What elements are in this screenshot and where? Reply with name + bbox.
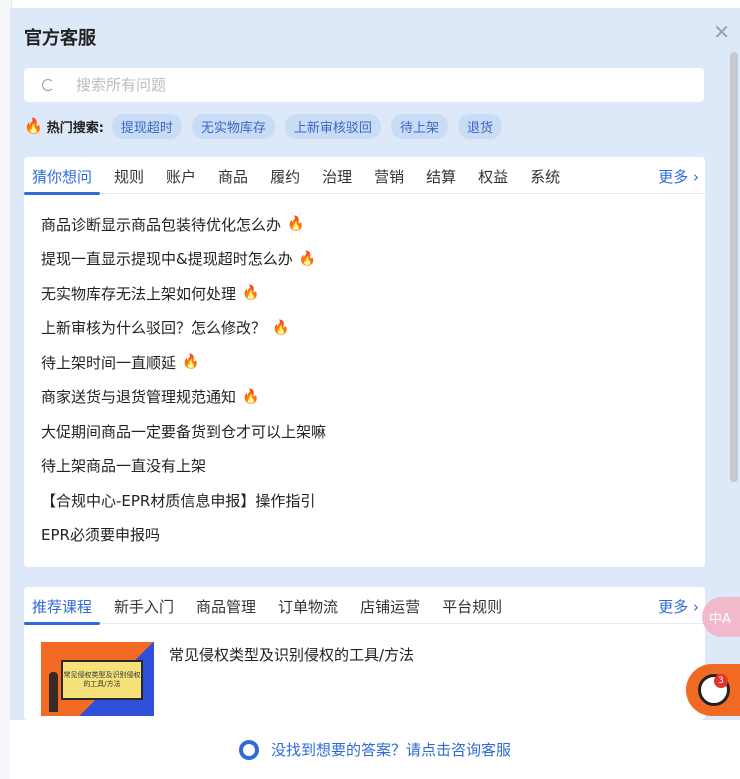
tab-item[interactable]: 结算 — [426, 157, 456, 194]
faq-item-text: EPR必须要申报吗 — [41, 526, 160, 545]
faq-item[interactable]: 无实物库存无法上架如何处理 🔥 — [41, 276, 705, 311]
tab-item[interactable]: 平台规则 — [442, 587, 502, 624]
hot-search: 🔥 热门搜索: 提现超时 无实物库存 上新审核驳回 待上架 退货 — [24, 113, 512, 139]
faq-card: 猜你想问 规则 账户 商品 履约 治理 营销 结算 权益 系统 更多 › 商品诊断显示商品包装待优化… — [23, 157, 705, 567]
faq-item[interactable]: 商家送货与退货管理规范通知 🔥 — [41, 380, 705, 415]
scrollbar[interactable] — [730, 52, 738, 482]
hot-search-label: 热门搜索: — [46, 120, 104, 136]
search-input[interactable] — [76, 76, 636, 94]
headset-icon — [238, 739, 259, 760]
faq-more-link[interactable]: 更多 › — [658, 166, 699, 187]
notification-badge: 3 — [714, 674, 728, 688]
assistant-button[interactable]: 3 — [686, 664, 740, 716]
thumbnail-caption: 常见侵权类型及识别侵权的工具/方法 — [61, 660, 143, 700]
faq-item-text: 待上架商品一直没有上架 — [41, 457, 207, 476]
tab-item[interactable]: 账户 — [166, 157, 196, 194]
faq-list: 商品诊断显示商品包装待优化怎么办 🔥 提现一直显示提现中&提现超时怎么办 🔥 无实物库存… — [24, 194, 705, 552]
hot-tag[interactable]: 退货 — [457, 113, 502, 139]
fire-icon: 🔥 — [182, 354, 200, 371]
contact-service-link[interactable]: 没找到想要的答案？请点击咨询客服 — [10, 720, 740, 779]
tab-item[interactable]: 猜你想问 — [23, 157, 101, 195]
contact-service-text: 没找到想要的答案？请点击咨询客服 — [270, 741, 511, 759]
fire-icon: 🔥 — [24, 117, 43, 135]
faq-item-text: 商品诊断显示商品包装待优化怎么办 — [41, 215, 282, 234]
tab-item[interactable]: 店铺运营 — [360, 587, 420, 624]
course-more-link[interactable]: 更多 › — [658, 596, 699, 617]
fire-icon: 🔥 — [287, 216, 305, 233]
course-title[interactable]: 常见侵权类型及识别侵权的工具/方法 — [169, 644, 414, 716]
hot-tag[interactable]: 待上架 — [390, 113, 448, 139]
hot-tag[interactable]: 无实物库存 — [191, 113, 275, 139]
faq-item[interactable]: 大促期间商品一定要备货到仓才可以上架嘛 — [41, 414, 705, 449]
tab-item[interactable]: 权益 — [478, 157, 508, 194]
course-card: 推荐课程 新手入门 商品管理 订单物流 店铺运营 平台规则 更多 › 常见侵权类型及识别侵权… — [23, 587, 705, 720]
tab-item[interactable]: 规则 — [114, 157, 144, 194]
tab-item[interactable]: 新手入门 — [114, 587, 174, 624]
tab-item[interactable]: 营销 — [374, 157, 404, 194]
faq-item-text: 上新审核为什么驳回？怎么修改？ — [41, 319, 267, 338]
fire-icon: 🔥 — [272, 319, 290, 336]
faq-item[interactable]: 待上架时间一直顺延 🔥 — [41, 345, 705, 380]
translate-button[interactable]: 中A — [702, 597, 740, 637]
faq-item[interactable]: 商品诊断显示商品包装待优化怎么办 🔥 — [41, 207, 705, 242]
faq-item[interactable]: 上新审核为什么驳回？怎么修改？ 🔥 — [41, 311, 705, 346]
faq-item[interactable]: 提现一直显示提现中&提现超时怎么办 🔥 — [41, 242, 705, 277]
course-thumbnail: 常见侵权类型及识别侵权的工具/方法 — [41, 642, 154, 716]
fire-icon: 🔥 — [242, 285, 260, 302]
faq-item-text: 提现一直显示提现中&提现超时怎么办 — [41, 250, 293, 269]
faq-item[interactable]: 【合规中心-EPR材质信息申报】操作指引 — [41, 483, 705, 518]
faq-item-text: 大促期间商品一定要备货到仓才可以上架嘛 — [41, 422, 327, 441]
more-label: 更多 — [658, 168, 689, 186]
faq-item-text: 商家送货与退货管理规范通知 — [41, 388, 237, 407]
search-box[interactable] — [24, 68, 704, 102]
close-icon[interactable]: ✕ — [713, 20, 730, 44]
hot-tag[interactable]: 提现超时 — [111, 113, 182, 139]
hot-tag[interactable]: 上新审核驳回 — [284, 113, 381, 139]
tab-item[interactable]: 订单物流 — [278, 587, 338, 624]
panel-title: 官方客服 — [24, 28, 96, 49]
fire-icon: 🔥 — [298, 250, 317, 267]
faq-item[interactable]: EPR必须要申报吗 — [41, 518, 705, 553]
tab-item[interactable]: 系统 — [530, 157, 560, 194]
faq-item-text: 待上架时间一直顺延 — [41, 353, 177, 372]
search-icon — [42, 79, 54, 91]
customer-service-panel: 官方客服 ✕ 🔥 热门搜索: 提现超时 无实物库存 上新审核驳回 待上架 退货 … — [10, 8, 740, 779]
tab-item[interactable]: 履约 — [270, 157, 300, 194]
faq-item-text: 【合规中心-EPR材质信息申报】操作指引 — [41, 491, 316, 510]
faq-tabs: 猜你想问 规则 账户 商品 履约 治理 营销 结算 权益 系统 更多 › — [23, 157, 705, 195]
course-tabs: 推荐课程 新手入门 商品管理 订单物流 店铺运营 平台规则 更多 › — [23, 587, 705, 625]
faq-item[interactable]: 待上架商品一直没有上架 — [41, 449, 705, 484]
tab-item[interactable]: 推荐课程 — [23, 587, 101, 625]
tab-item[interactable]: 商品管理 — [196, 587, 256, 624]
faq-item-text: 无实物库存无法上架如何处理 — [41, 284, 237, 303]
fire-icon: 🔥 — [242, 388, 260, 405]
course-item[interactable]: 常见侵权类型及识别侵权的工具/方法 常见侵权类型及识别侵权的工具/方法 — [24, 624, 705, 716]
more-label: 更多 — [658, 598, 689, 616]
tab-item[interactable]: 商品 — [218, 157, 248, 194]
tab-item[interactable]: 治理 — [322, 157, 352, 194]
